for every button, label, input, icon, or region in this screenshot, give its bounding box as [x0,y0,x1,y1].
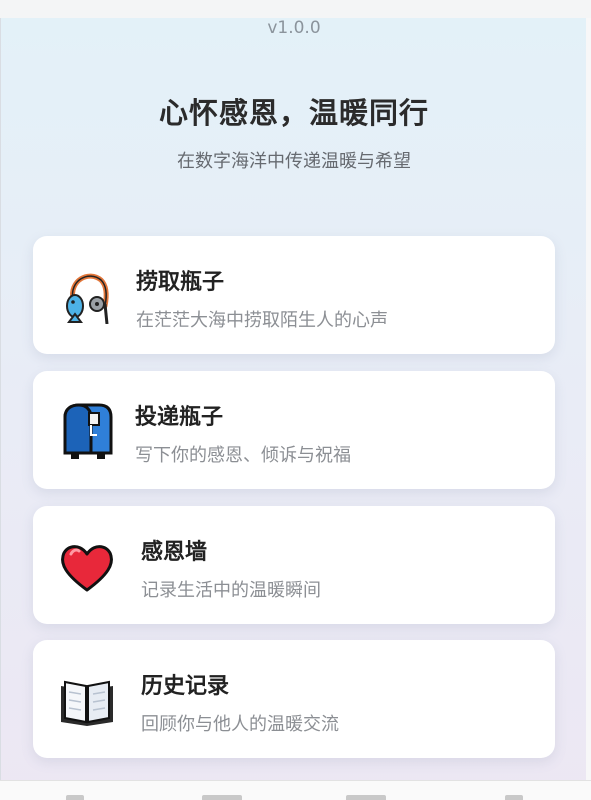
top-bar [0,0,591,18]
fish-bottle-card[interactable]: 捞取瓶子 在茫茫大海中捞取陌生人的心声 [33,236,555,354]
card-description: 记录生活中的温暖瞬间 [141,580,321,601]
card-title: 感恩墙 [141,540,208,565]
card-title: 历史记录 [141,674,230,699]
card-description: 写下你的感恩、倾诉与祝福 [135,445,351,466]
nav-tab-3[interactable] [346,795,386,800]
mailbox-icon [63,403,113,459]
version-label: v1.0.0 [267,18,321,38]
home-screen: v1.0.0 心怀感恩，温暖同行 在数字海洋中传递温暖与希望 捞取瓶子 在茫茫大… [0,18,586,800]
send-bottle-card[interactable]: 投递瓶子 写下你的感恩、倾诉与祝福 [33,371,555,489]
card-description: 在茫茫大海中捞取陌生人的心声 [136,310,388,331]
card-title: 捞取瓶子 [136,270,225,295]
history-card[interactable]: 历史记录 回顾你与他人的温暖交流 [33,640,555,758]
page-subtitle: 在数字海洋中传递温暖与希望 [177,151,411,172]
gratitude-wall-card[interactable]: 感恩墙 记录生活中的温暖瞬间 [33,506,555,624]
heart-icon [61,545,113,592]
page-title: 心怀感恩，温暖同行 [158,96,429,130]
nav-tab-2[interactable] [202,795,242,800]
card-description: 回顾你与他人的温暖交流 [141,714,339,735]
nav-tab-4[interactable] [505,795,523,800]
fishing-pole-icon [66,273,109,324]
nav-tab-1[interactable] [66,795,84,800]
bottom-nav [0,780,591,800]
card-title: 投递瓶子 [135,405,224,430]
open-book-icon [61,680,113,726]
